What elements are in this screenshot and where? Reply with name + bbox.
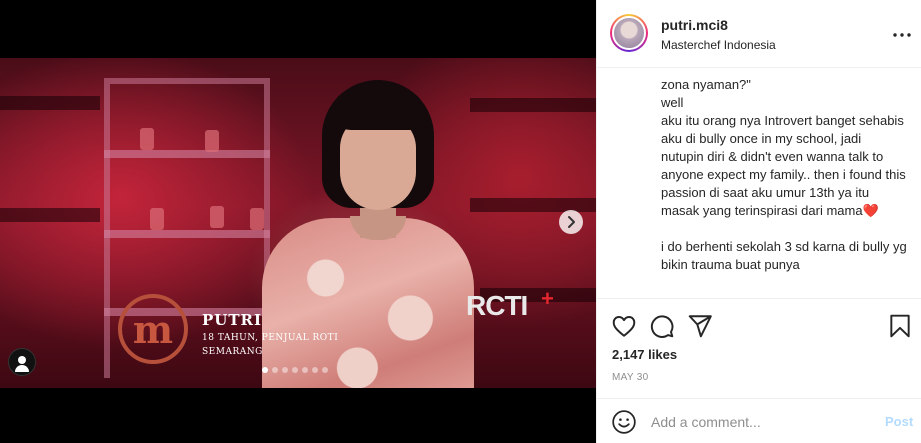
post-header: putri.mci8 Masterchef Indonesia	[597, 0, 921, 68]
person-shirt	[262, 218, 474, 388]
shelf-jar	[140, 128, 154, 150]
shelf-plank	[104, 230, 270, 238]
heart-icon	[612, 316, 636, 337]
carousel-dot	[262, 367, 268, 373]
carousel-dot	[272, 367, 278, 373]
share-button[interactable]	[687, 313, 713, 339]
masterchef-logo: m	[118, 294, 188, 364]
likes-count[interactable]: 2,147 likes	[612, 347, 677, 362]
rcti-plus-mark: +	[541, 286, 554, 311]
post-date[interactable]: MAY 30	[612, 372, 648, 383]
post-sidebar: putri.mci8 Masterchef Indonesia zona nya…	[596, 0, 921, 443]
shelf-plank	[104, 150, 270, 158]
user-icon-body	[15, 365, 29, 372]
background-stripe	[470, 98, 596, 112]
carousel-dot	[302, 367, 308, 373]
username-link[interactable]: putri.mci8	[661, 17, 728, 33]
post-comment-button[interactable]: Post	[885, 414, 913, 429]
location-link[interactable]: Masterchef Indonesia	[661, 38, 776, 52]
carousel-dot	[312, 367, 318, 373]
save-button[interactable]	[887, 313, 913, 339]
more-options-button[interactable]	[893, 22, 911, 43]
person-bangs	[332, 90, 424, 130]
comment-input[interactable]	[651, 411, 871, 433]
carousel-dot	[282, 367, 288, 373]
user-icon-head	[18, 356, 26, 364]
rcti-logo: RCTI	[466, 290, 528, 321]
post-actions: 2,147 likes MAY 30	[597, 298, 921, 390]
carousel-indicator	[262, 367, 328, 373]
post-media: m PUTRI 18 TAHUN, PENJUAL ROTI SEMARANG …	[0, 0, 596, 443]
contestant-detail: 18 TAHUN, PENJUAL ROTI	[202, 333, 339, 343]
contestant-lower-third: PUTRI 18 TAHUN, PENJUAL ROTI SEMARANG	[202, 311, 338, 357]
shelf-jar	[150, 208, 164, 230]
shelf-jar	[205, 130, 219, 152]
chevron-right-icon	[568, 216, 575, 228]
contestant-city: SEMARANG	[202, 347, 263, 357]
more-options-icon	[893, 33, 911, 37]
shelf-jar	[250, 208, 264, 230]
background-stripe	[0, 96, 100, 110]
share-icon	[688, 315, 712, 338]
comment-icon	[650, 315, 674, 338]
avatar	[612, 16, 646, 50]
comment-button[interactable]	[649, 313, 675, 339]
tagged-users-button[interactable]	[8, 348, 36, 376]
story-ring[interactable]	[610, 14, 648, 52]
smiley-icon	[612, 410, 636, 434]
post-caption: zona nyaman?" well aku itu orang nya Int…	[661, 77, 907, 272]
carousel-dot	[292, 367, 298, 373]
comment-bar: Post	[597, 398, 921, 443]
contestant-name: PUTRI	[202, 311, 263, 329]
carousel-dot	[322, 367, 328, 373]
emoji-button[interactable]	[611, 409, 637, 435]
carousel-next-button[interactable]	[559, 210, 583, 234]
like-button[interactable]	[611, 313, 637, 339]
instagram-post-modal: m PUTRI 18 TAHUN, PENJUAL ROTI SEMARANG …	[0, 0, 921, 443]
shelf-jar	[210, 206, 224, 228]
background-stripe	[0, 208, 100, 222]
masterchef-logo-letter: m	[132, 306, 174, 352]
bookmark-icon	[890, 314, 910, 338]
